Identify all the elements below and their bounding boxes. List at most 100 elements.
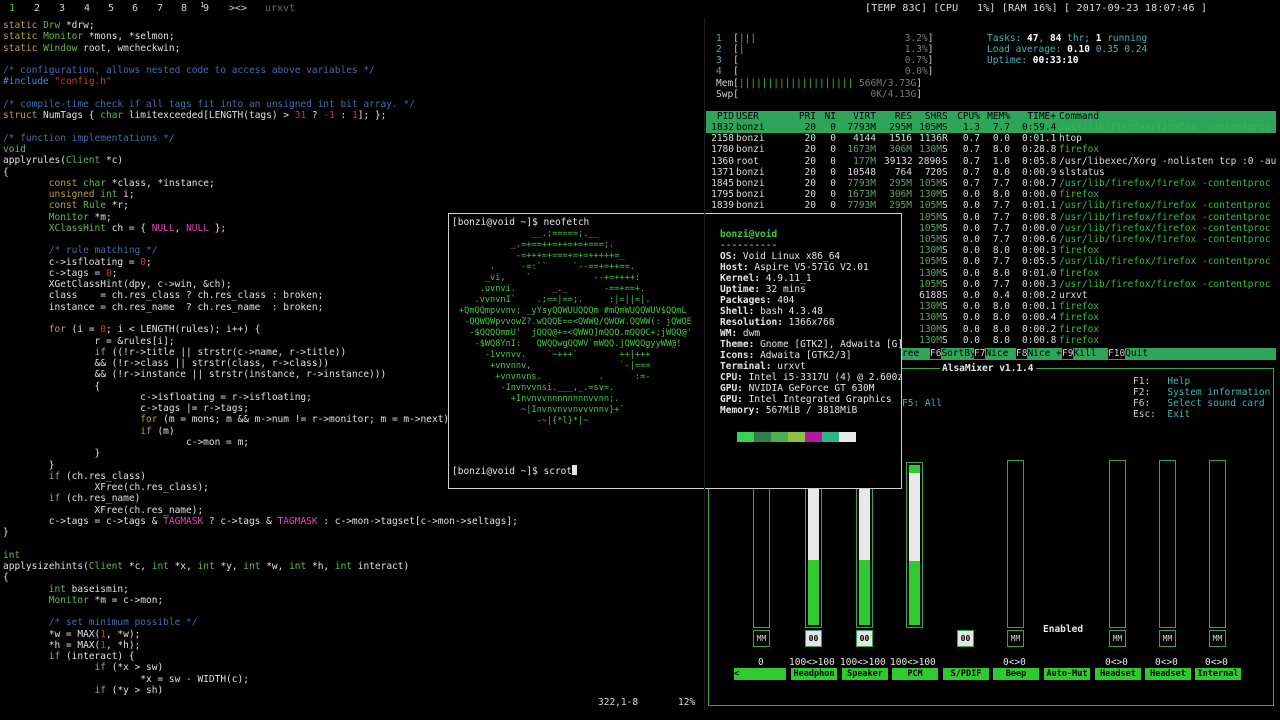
cell: 1136 [919, 133, 942, 145]
process-row[interactable]: 1795bonzi 20 0 1673M 306M 130MS 0.0 8.0 0:00.08f… [706, 189, 1276, 200]
cell: 8.0 [992, 144, 1010, 156]
mute-toggle-2[interactable]: 00 [856, 630, 873, 647]
channel-value: 0<>0 [1155, 657, 1178, 668]
cell: bonzi [736, 133, 765, 145]
cell: 7.7 [992, 256, 1010, 268]
cell: S [942, 155, 948, 167]
code-line: static Monitor *mons, *selmon; [3, 31, 175, 43]
mute-toggle-4[interactable]: 00 [957, 630, 974, 647]
process-row[interactable]: 1360root 20 0 177M 39132 28904S 0.7 1.0 0:05.88/… [706, 156, 1276, 167]
cell: 20 [804, 166, 816, 178]
cell: 20 [804, 122, 816, 133]
column-command[interactable]: Command [1059, 111, 1279, 122]
tag-2[interactable]: 2 [34, 3, 40, 14]
column-pid[interactable]: PID [708, 111, 734, 122]
code-line: if (*y > sh) [94, 684, 164, 696]
mute-toggle-7[interactable]: MM [1109, 630, 1126, 647]
cell: 0.0 [962, 222, 980, 234]
fkey-f9[interactable]: F9Kill [1062, 348, 1096, 359]
tag-6[interactable]: 6 [132, 3, 138, 14]
tag-1[interactable]: 1 [9, 3, 15, 14]
channel-name[interactable]: < [734, 668, 786, 680]
cell: 0.0 [962, 211, 980, 223]
cell: 0:05.58 [1022, 256, 1056, 268]
process-row[interactable]: 1845bonzi 20 0 7793M 295M 105MS 0.7 7.7 0:00.73/… [706, 178, 1276, 189]
channel-value: 0<>0 [1003, 657, 1026, 668]
cell: 130M [919, 144, 942, 156]
column-s[interactable]: S [942, 111, 952, 122]
volume-slider-7[interactable] [1109, 460, 1126, 628]
code-line: int [3, 549, 21, 561]
channel-name[interactable]: Speaker [842, 668, 888, 680]
channel-name[interactable]: Headset [1145, 668, 1191, 680]
code-line: for (i = 0; i < LENGTH(rules); i++) { [48, 324, 261, 336]
cell: 1673M [847, 144, 876, 156]
layout-indicator[interactable]: ><> [229, 3, 247, 14]
info-underline: ---------- [720, 240, 778, 251]
mute-toggle-9[interactable]: MM [1209, 630, 1226, 647]
column-user[interactable]: USER [736, 111, 784, 122]
cell: 20 [804, 133, 816, 145]
column-shr[interactable]: SHR [918, 111, 942, 122]
fkey-f6[interactable]: F6SortBy [930, 348, 976, 359]
process-table-header[interactable]: PID USER PRI NI VIRT RES SHR S CPU% MEM% TIME+ Comm… [706, 111, 1276, 122]
status-bar: 1234567891 ><> urxvt [TEMP 83C] [CPU 1%]… [0, 0, 1280, 18]
fkey-f7[interactable]: F7Nice - [974, 348, 1020, 359]
mute-toggle-1[interactable]: 00 [805, 630, 822, 647]
cell: 7.7 [992, 234, 1010, 245]
scroll-percent: 12% [678, 697, 696, 708]
channel-name[interactable]: Internal [1195, 668, 1241, 680]
tag-7[interactable]: 7 [157, 3, 163, 14]
cell: bonzi [736, 189, 765, 201]
fkey-f8[interactable]: F8Nice + [1016, 348, 1062, 359]
tag-4[interactable]: 4 [84, 3, 90, 14]
alsamixer-title: AlsaMixer v1.1.4 [940, 363, 1036, 374]
column-virt[interactable]: VIRT [844, 111, 876, 122]
column-ni[interactable]: NI [824, 111, 836, 122]
cell: 0.7 [962, 166, 980, 178]
tag-5[interactable]: 5 [108, 3, 114, 14]
tag-9-client-count: 1 [200, 1, 205, 9]
fkey-f10[interactable]: F10Quit [1108, 348, 1148, 359]
volume-slider-9[interactable] [1209, 460, 1226, 628]
column-cpu[interactable]: CPU% [954, 111, 980, 122]
fkey-f5[interactable]: ree [902, 348, 919, 359]
code-line: /* configuration, allows nested code to … [3, 65, 375, 77]
channel-name[interactable]: Headset [1095, 668, 1141, 680]
mute-toggle-5[interactable]: MM [1007, 630, 1024, 647]
cell: htop [1059, 133, 1082, 145]
column-mem[interactable]: MEM% [984, 111, 1010, 122]
cell: 306M [889, 144, 912, 156]
column-time[interactable]: TIME+ [1022, 111, 1056, 122]
channel-name[interactable]: S/PDIF [943, 668, 989, 680]
code-line: if ((!r->title || strstr(c->name, r->tit… [94, 346, 347, 358]
code-line: /* set minimum possible */ [3, 617, 198, 629]
cell: 105M [919, 256, 942, 268]
process-row[interactable]: 1371bonzi 20 0 10548 764 720S 0.7 0.0 0:00.91sls… [706, 167, 1276, 178]
cell: 20 [804, 178, 816, 189]
volume-slider-8[interactable] [1159, 460, 1176, 628]
neofetch-terminal[interactable]: [bonzi@void ~]$ neofetch __.;=====;.__ _… [448, 213, 902, 489]
column-pri[interactable]: PRI [796, 111, 816, 122]
process-row[interactable]: 2158bonzi 20 0 4144 1516 1136R 0.7 0.0 0:01.18ht… [706, 133, 1276, 144]
tag-8[interactable]: 8 [181, 3, 187, 14]
cell: 105M [919, 278, 942, 290]
channel-name[interactable]: PCM [892, 668, 938, 680]
mute-toggle-0[interactable]: MM [753, 630, 770, 647]
column-res[interactable]: RES [884, 111, 912, 122]
color-swatch [771, 432, 788, 442]
cell: S [942, 312, 948, 324]
cell: 0.7 [962, 178, 980, 189]
channel-name[interactable]: Headphon [791, 668, 837, 680]
volume-slider-3[interactable] [906, 462, 923, 628]
process-row[interactable]: 1839bonzi 20 0 7793M 295M 105MS 0.0 7.7 0:01.19/… [706, 200, 1276, 211]
tag-3[interactable]: 3 [59, 3, 65, 14]
volume-slider-5[interactable] [1007, 460, 1024, 628]
cell: 0:00.61 [1022, 234, 1056, 245]
process-row[interactable]: 1832bonzi 20 0 7793M 295M 105MS 1.3 7.7 0:59.40/… [706, 122, 1276, 133]
mute-toggle-8[interactable]: MM [1159, 630, 1176, 647]
process-row[interactable]: 1780bonzi 20 0 1673M 306M 130MS 0.7 8.0 0:28.84f… [706, 144, 1276, 155]
channel-name[interactable]: Auto-Mut [1044, 668, 1090, 680]
channel-name[interactable]: Beep [993, 668, 1039, 680]
command-line[interactable]: [bonzi@void ~]$ scrot [452, 465, 578, 477]
